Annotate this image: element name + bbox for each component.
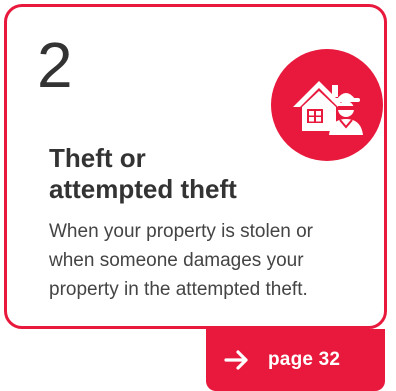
card-title: Theft or attempted theft (49, 143, 237, 205)
card-title-line-1: Theft or (49, 143, 146, 173)
page: 2 Theft or attempted theft When your pro… (0, 0, 396, 391)
description-line-3: property in the attempted theft. (49, 279, 308, 300)
description-line-2: when someone damages your (49, 250, 304, 271)
description-line-1: When your property is stolen or (49, 221, 314, 242)
arrow-right-icon (224, 350, 250, 370)
card-title-line-2: attempted theft (49, 174, 237, 204)
card-description: When your property is stolen or when som… (49, 217, 379, 304)
house-burglar-icon (271, 49, 383, 161)
page-link-label: page 32 (268, 349, 341, 370)
theft-card: 2 Theft or attempted theft When your pro… (4, 4, 387, 329)
page-link-button[interactable]: page 32 (206, 329, 385, 391)
section-number: 2 (37, 29, 73, 101)
